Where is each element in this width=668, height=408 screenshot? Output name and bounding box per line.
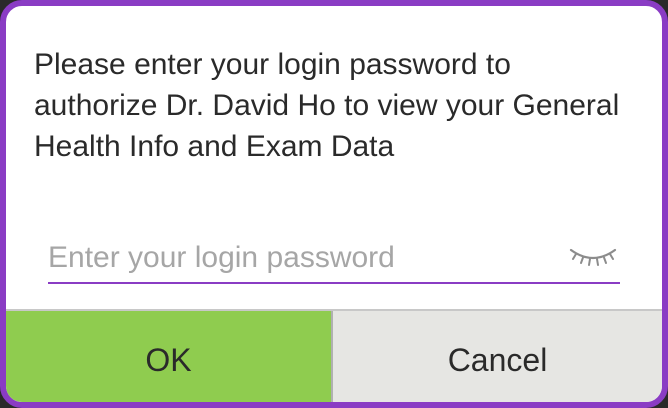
dialog-buttons: OK Cancel — [6, 309, 662, 402]
dialog-message: Please enter your login password to auth… — [34, 48, 620, 163]
cancel-button[interactable]: Cancel — [333, 311, 662, 402]
password-input[interactable] — [48, 236, 548, 280]
authorization-dialog: Please enter your login password to auth… — [0, 0, 668, 408]
ok-button[interactable]: OK — [6, 311, 333, 402]
password-field — [48, 236, 620, 284]
eye-closed-icon[interactable] — [568, 242, 618, 272]
